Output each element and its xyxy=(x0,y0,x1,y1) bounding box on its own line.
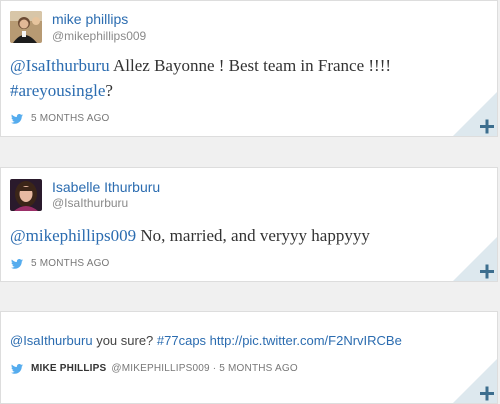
plus-icon xyxy=(453,92,497,136)
hashtag-link[interactable]: #77caps xyxy=(157,333,206,348)
tweet-card[interactable]: mike phillips @mikephillips009 @IsaIthur… xyxy=(0,0,498,137)
author-name[interactable]: Isabelle Ithurburu xyxy=(52,179,160,195)
author-name[interactable]: MIKE PHILLIPS xyxy=(31,363,106,374)
timestamp[interactable]: 5 MONTHS AGO xyxy=(31,258,110,269)
tweet-body: No, married, and veryyy happyyy xyxy=(136,226,370,245)
mention-link[interactable]: @IsaIthurburu xyxy=(10,333,93,348)
expand-button[interactable] xyxy=(453,237,497,281)
tweet-card[interactable]: @IsaIthurburu you sure? #77caps http://p… xyxy=(0,311,498,404)
tweet-tail: ? xyxy=(105,81,113,100)
tweet-body: Allez Bayonne ! Best team in France !!!! xyxy=(109,56,392,75)
twitter-bird-icon xyxy=(11,258,23,269)
tweet-body: you sure? xyxy=(92,333,157,348)
tweet-card[interactable]: Isabelle Ithurburu @IsaIthurburu @mikeph… xyxy=(0,167,498,282)
pic-link[interactable]: http://pic.twitter.com/F2NrvIRCBe xyxy=(206,333,402,348)
tweet-meta: 5 MONTHS AGO xyxy=(11,113,110,124)
tweet-meta: MIKE PHILLIPS @MIKEPHILLIPS009 · 5 MONTH… xyxy=(11,363,298,374)
mention-link[interactable]: @IsaIthurburu xyxy=(10,56,110,75)
tweet-text: @IsaIthurburu you sure? #77caps http://p… xyxy=(10,332,467,350)
expand-button[interactable] xyxy=(453,359,497,403)
handle-and-timestamp[interactable]: @MIKEPHILLIPS009 · 5 MONTHS AGO xyxy=(111,363,297,374)
twitter-bird-icon xyxy=(11,363,23,374)
avatar[interactable] xyxy=(10,179,42,211)
mention-link[interactable]: @mikephillips009 xyxy=(10,226,136,245)
tweet-meta: 5 MONTHS AGO xyxy=(11,258,110,269)
author-handle[interactable]: @mikephillips009 xyxy=(52,29,146,43)
tweet-text: @IsaIthurburu Allez Bayonne ! Best team … xyxy=(10,53,467,103)
author-name[interactable]: mike phillips xyxy=(52,11,128,27)
plus-icon xyxy=(453,237,497,281)
twitter-bird-icon xyxy=(11,113,23,124)
tweet-text: @mikephillips009 No, married, and veryyy… xyxy=(10,223,467,248)
avatar[interactable] xyxy=(10,11,42,43)
hashtag-link[interactable]: #areyousingle xyxy=(10,81,105,100)
timestamp[interactable]: 5 MONTHS AGO xyxy=(31,113,110,124)
expand-button[interactable] xyxy=(453,92,497,136)
tweet-feed: mike phillips @mikephillips009 @IsaIthur… xyxy=(0,0,500,404)
plus-icon xyxy=(453,359,497,403)
author-handle[interactable]: @IsaIthurburu xyxy=(52,196,128,210)
